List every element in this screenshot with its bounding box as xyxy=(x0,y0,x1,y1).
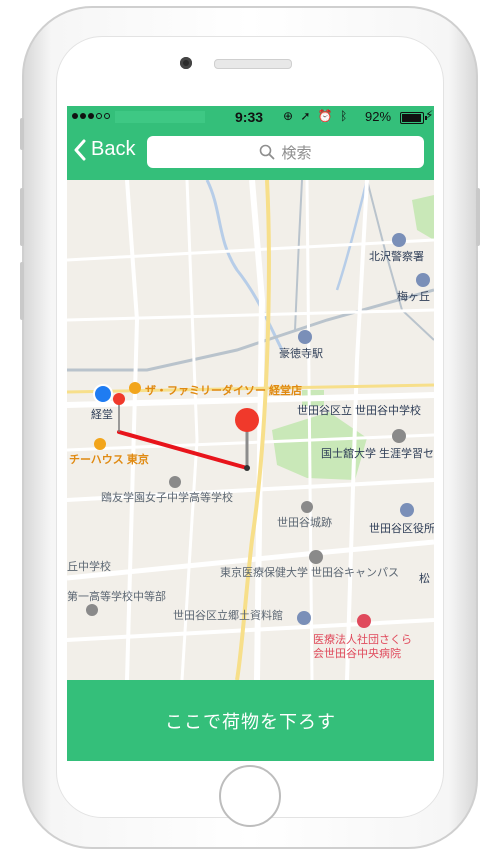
map-label-tokyo-iryo: 東京医療保健大学 世田谷キャンパス xyxy=(220,567,400,579)
map-label-daiso: ザ・ファミリーダイソー 経堂店 xyxy=(145,385,303,397)
user-location-dot xyxy=(93,384,113,404)
map-label-hospital-2: 会世田谷中央病院 xyxy=(313,648,401,660)
mute-switch xyxy=(20,118,24,150)
rail-line xyxy=(294,180,303,331)
map-label-matsu: 松 xyxy=(419,573,430,585)
restaurant-icon xyxy=(94,438,106,450)
bluetooth-icon: ᛒ xyxy=(340,109,350,123)
map-label-umegaoka: 梅ヶ丘 xyxy=(397,291,430,303)
map-label-setagaya-castle: 世田谷城跡 xyxy=(277,517,332,529)
map-label-museum: 世田谷区立郷土資料館 xyxy=(173,610,283,622)
status-time: 9:33 xyxy=(235,109,264,125)
park-area xyxy=(412,195,434,240)
volume-up-button xyxy=(20,188,24,246)
map-label-chihouse: チーハウス 東京 xyxy=(69,454,149,466)
back-button[interactable]: Back xyxy=(73,138,135,161)
search-field[interactable]: 検索 xyxy=(147,136,424,168)
map-label-setagaya-school: 世田谷区立 世田谷中学校 xyxy=(297,405,422,417)
government-icon xyxy=(400,503,414,517)
map-label-middle-school: 丘中学校 xyxy=(67,561,111,573)
search-icon xyxy=(260,144,275,160)
destination-pin[interactable] xyxy=(235,408,259,432)
school-icon xyxy=(392,429,406,443)
home-button[interactable] xyxy=(219,765,281,827)
carrier-name xyxy=(115,111,205,123)
location-arrow-icon: ➚ xyxy=(300,109,313,123)
school-icon xyxy=(309,550,323,564)
front-camera xyxy=(180,57,192,69)
map-label-kyodo: 経堂 xyxy=(91,409,113,421)
map-view[interactable]: 北沢警察署 梅ヶ丘 豪徳寺駅 ザ・ファミリーダイソー 経堂店 経堂 世田谷区立 … xyxy=(67,180,434,680)
origin-pin[interactable] xyxy=(113,393,125,405)
map-label-kokushikan: 国士舘大学 生涯学習セ xyxy=(321,448,434,460)
religious-icon xyxy=(86,604,98,616)
volume-down-button xyxy=(20,262,24,320)
battery-percent: 92% xyxy=(365,109,392,124)
chevron-left-icon xyxy=(74,139,86,160)
search-placeholder: 検索 xyxy=(281,144,312,162)
status-bar: 9:33 ⊕ ➚ ⏰ ᛒ 92% ⚡ xyxy=(67,106,434,128)
map-label-ohtomo: 鴎友学園女子中学高等学校 xyxy=(101,492,233,504)
station-icon xyxy=(298,330,312,344)
hospital-icon xyxy=(357,614,371,628)
religious-icon xyxy=(169,476,181,488)
map-label-police: 北沢警察署 xyxy=(369,251,424,263)
earpiece-speaker xyxy=(214,59,292,69)
map-label-ward-office: 世田谷区役所 xyxy=(369,523,434,535)
alarm-icon: ⏰ xyxy=(317,109,335,123)
nav-bar: Back 検索 xyxy=(67,128,434,180)
drop-off-button[interactable]: ここで荷物を下ろす xyxy=(67,680,434,761)
rail-line xyxy=(67,288,434,372)
landmark-icon xyxy=(301,501,313,513)
back-label: Back xyxy=(91,138,136,160)
lock-rotation-icon: ⊕ xyxy=(283,109,296,123)
signal-dots-icon xyxy=(72,113,110,119)
police-icon xyxy=(392,233,406,247)
map-label-gotokuji: 豪徳寺駅 xyxy=(279,348,323,360)
battery-icon xyxy=(400,112,427,124)
app-screen: 9:33 ⊕ ➚ ⏰ ᛒ 92% ⚡ Back 検索 北沢警察署 梅ヶ丘 豪徳寺… xyxy=(67,106,434,761)
museum-icon xyxy=(297,611,311,625)
destination-pin-base xyxy=(244,465,250,471)
station-icon xyxy=(416,273,430,287)
charging-bolt-icon: ⚡ xyxy=(425,108,434,122)
battery-fill xyxy=(402,114,421,122)
status-icons: ⊕ ➚ ⏰ ᛒ xyxy=(283,109,349,123)
map-label-daiichi: 第一高等学校中等部 xyxy=(67,591,166,603)
power-button xyxy=(476,188,480,246)
shopping-bag-icon xyxy=(129,382,141,394)
